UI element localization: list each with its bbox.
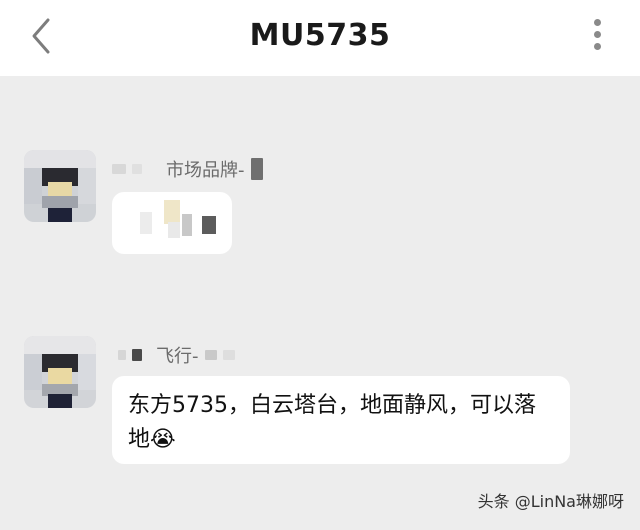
redacted-block [222,350,235,360]
redacted-block [204,350,217,360]
redacted-block [132,164,142,174]
redacted-block [132,349,142,361]
message-bubble[interactable]: 东方5735，白云塔台，地面静风，可以落地😭 [112,376,570,464]
avatar[interactable] [24,336,96,408]
avatar[interactable] [24,150,96,222]
chat-header: MU5735 [0,0,640,76]
redacted-block [118,350,126,360]
redacted-block [250,158,263,180]
sender-name-row: 飞行- [118,342,235,368]
chat-area[interactable]: 市场品牌- 飞行- 东方5735，白云塔台，地面静风，可以落地😭 头条 @Lin… [0,76,640,530]
message-bubble[interactable] [112,192,232,254]
more-button[interactable] [585,14,609,58]
sender-name: 飞行- [156,346,199,367]
watermark: 头条 @LinNa琳娜呀 [477,492,624,511]
chat-title: MU5735 [249,18,391,53]
sender-name: 市场品牌- [166,160,245,181]
sender-name-row: 市场品牌- [112,156,263,182]
redacted-block [112,164,126,174]
more-vertical-icon [585,19,609,50]
message-text: 东方5735，白云塔台，地面静风，可以落地😭 [128,393,536,452]
